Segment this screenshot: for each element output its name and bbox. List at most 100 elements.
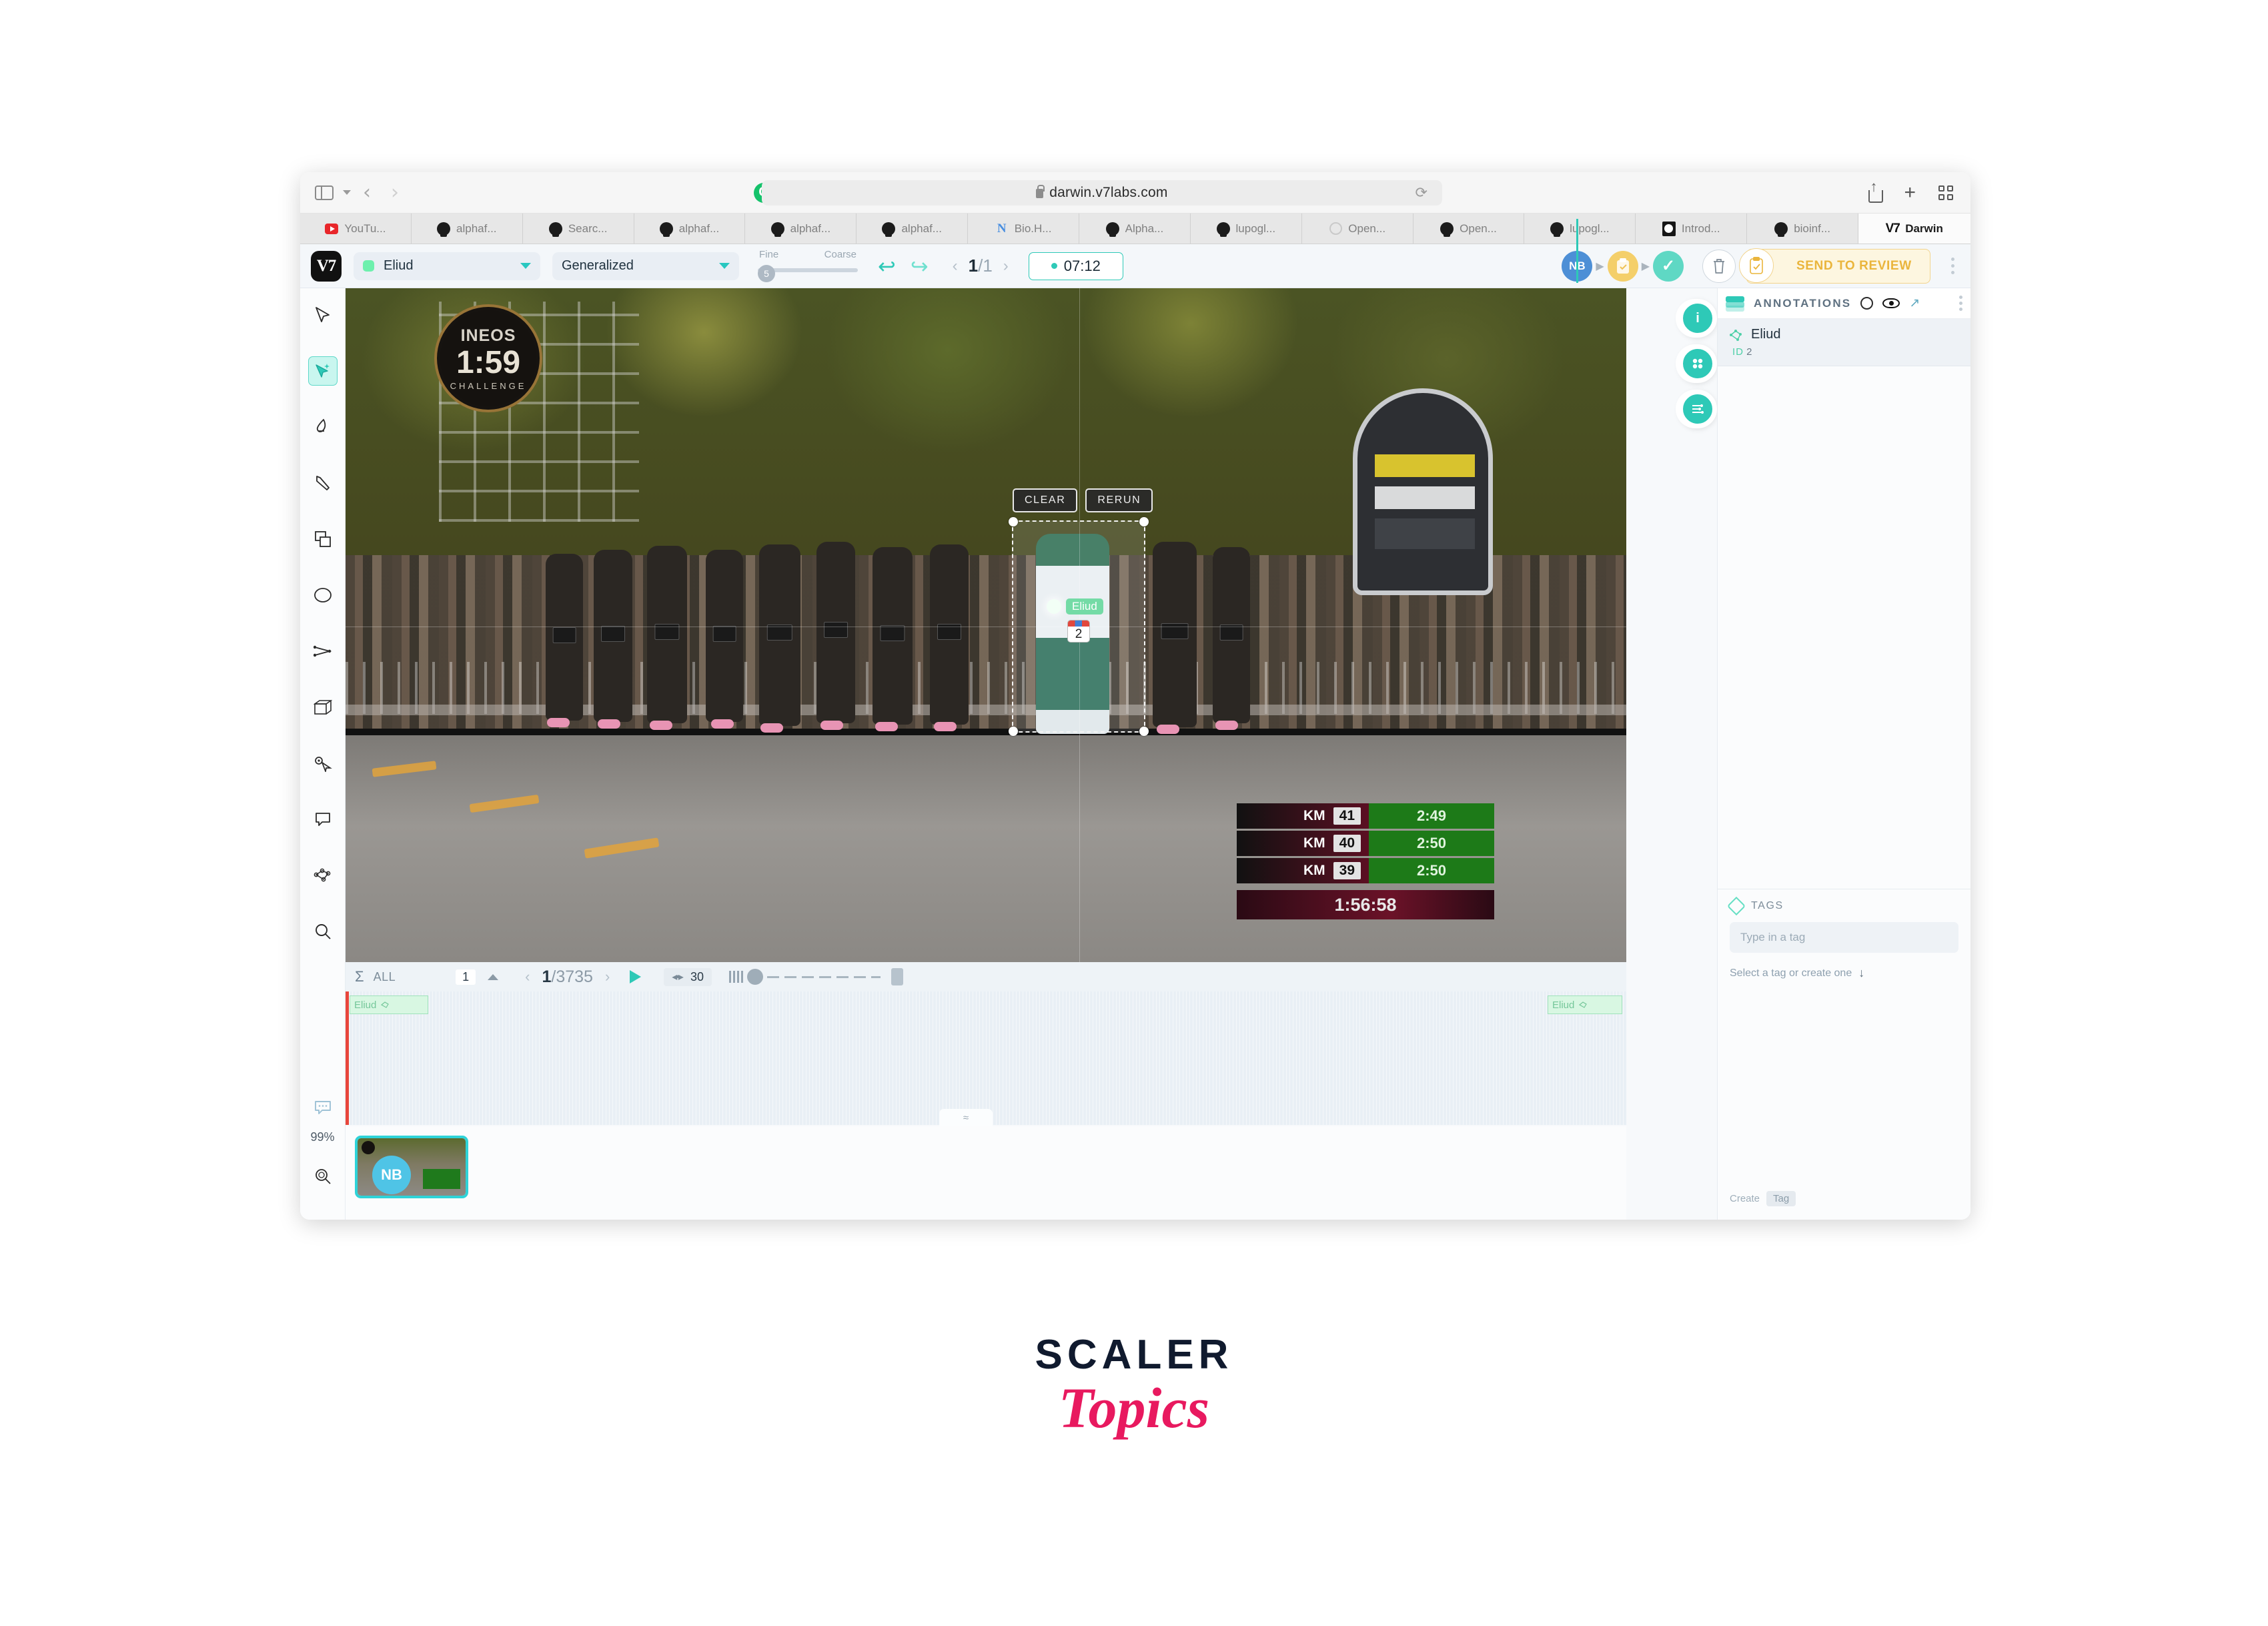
- auto-annotate-actions: CLEAR RERUN: [1013, 488, 1153, 512]
- delete-button[interactable]: [1702, 249, 1736, 283]
- timeline-prev-frame[interactable]: ‹: [525, 968, 530, 985]
- browser-tab[interactable]: Alpha...: [1079, 214, 1191, 244]
- toolbar-more-menu[interactable]: [1951, 258, 1954, 274]
- type-select[interactable]: Generalized: [552, 252, 739, 280]
- redo-button[interactable]: ↪: [911, 256, 929, 277]
- timeline-all-label[interactable]: ALL: [374, 970, 396, 984]
- url-text: darwin.v7labs.com: [1049, 184, 1168, 200]
- clusters-fab[interactable]: [1678, 344, 1717, 383]
- browser-tab[interactable]: alphaf...: [411, 214, 523, 244]
- annotation-label-chip[interactable]: Eliud: [1047, 598, 1103, 615]
- time-chip[interactable]: 07:12: [1028, 252, 1123, 280]
- fps-control[interactable]: ◂•▸ 30: [664, 967, 712, 986]
- browser-tab[interactable]: N Bio.H...: [968, 214, 1080, 244]
- v7-logo[interactable]: V7: [311, 250, 342, 282]
- share-icon[interactable]: [1868, 178, 1884, 203]
- magnifier-tool[interactable]: [308, 917, 338, 946]
- brush-tool[interactable]: [308, 412, 338, 442]
- reset-zoom-icon[interactable]: [308, 1162, 338, 1191]
- stage-review[interactable]: [1607, 250, 1638, 282]
- tag-hint-text: Select a tag or create one: [1730, 967, 1852, 979]
- settings-fab[interactable]: [1678, 390, 1717, 428]
- class-select[interactable]: Eliud: [354, 252, 540, 280]
- expand-icon[interactable]: ↗: [1909, 296, 1920, 311]
- timeline-next-frame[interactable]: ›: [605, 968, 610, 985]
- panel-more-menu[interactable]: [1959, 296, 1962, 311]
- filmstrip[interactable]: NB: [346, 1126, 1626, 1220]
- github-icon: [770, 222, 784, 237]
- circle-icon[interactable]: [1860, 297, 1874, 310]
- tag-input[interactable]: Type in a tag: [1730, 922, 1958, 953]
- timeline-layer-count[interactable]: 1: [456, 969, 476, 985]
- eye-icon[interactable]: [1882, 298, 1900, 308]
- prev-frame-button[interactable]: ‹: [953, 257, 958, 276]
- resize-handle-bottom-right[interactable]: [1139, 727, 1149, 736]
- timeline-segment[interactable]: Eliud: [350, 995, 428, 1014]
- keypoint-tool[interactable]: [308, 749, 338, 778]
- annotation-comment-icon[interactable]: [308, 1093, 338, 1122]
- chevron-up-icon[interactable]: [488, 973, 499, 980]
- browser-tab[interactable]: Open...: [1301, 214, 1413, 244]
- browser-tab[interactable]: V7 Darwin: [1858, 214, 1970, 244]
- browser-tab[interactable]: YouTu...: [300, 214, 412, 244]
- timeline-zoom-slider[interactable]: [729, 969, 881, 985]
- info-fab[interactable]: i: [1678, 299, 1717, 338]
- timeline-playhead[interactable]: [346, 991, 349, 1125]
- send-to-review-button[interactable]: SEND TO REVIEW: [1739, 248, 1930, 284]
- clear-button[interactable]: CLEAR: [1013, 488, 1078, 512]
- browser-tab[interactable]: Open...: [1413, 214, 1525, 244]
- chevron-down-icon[interactable]: [343, 190, 351, 195]
- resize-handle-top-right[interactable]: [1139, 517, 1149, 526]
- tab-overview-icon[interactable]: [1938, 185, 1953, 200]
- fine-coarse-slider[interactable]: Fine Coarse 5: [758, 249, 858, 284]
- undo-button[interactable]: ↩: [878, 256, 896, 277]
- annotation-list-item[interactable]: Eliud ID 2: [1718, 319, 1970, 366]
- sum-icon[interactable]: Σ: [355, 968, 364, 985]
- forward-button[interactable]: ›: [383, 182, 407, 203]
- new-tab-icon[interactable]: +: [1904, 182, 1916, 203]
- thumbnail-assignee-avatar: NB: [372, 1156, 411, 1194]
- sidebar-toggle-icon[interactable]: [315, 185, 334, 200]
- browser-tab[interactable]: alphaf...: [745, 214, 857, 244]
- bounding-box-tool[interactable]: [308, 524, 338, 554]
- ellipse-tool[interactable]: [308, 580, 338, 610]
- slider-knob[interactable]: 5: [758, 264, 775, 282]
- browser-tab[interactable]: Introd...: [1636, 214, 1748, 244]
- auto-annotate-tool[interactable]: [308, 356, 338, 386]
- browser-window: ‹ › G darwin.v7labs.com ⟳ + YouTu... alph…: [300, 172, 1970, 1220]
- scoreboard-split: 2:49: [1369, 803, 1494, 829]
- polyline-tool[interactable]: [308, 637, 338, 666]
- topics-wordmark: Topics: [1058, 1376, 1210, 1440]
- timeline-zoom-knob[interactable]: [747, 969, 763, 985]
- chrome-actions: +: [1868, 178, 1953, 203]
- timeline-frame-total: 3735: [556, 967, 593, 986]
- timeline-end-block[interactable]: [891, 968, 903, 985]
- play-button[interactable]: [630, 970, 642, 983]
- timeline-collapse-handle[interactable]: ≈: [939, 1109, 993, 1126]
- stage-complete[interactable]: ✓: [1653, 250, 1684, 282]
- address-bar[interactable]: darwin.v7labs.com ⟳: [761, 179, 1442, 206]
- next-frame-button[interactable]: ›: [1003, 257, 1009, 276]
- skeleton-tool[interactable]: [308, 861, 338, 890]
- browser-tab[interactable]: alphaf...: [857, 214, 969, 244]
- reload-icon[interactable]: ⟳: [1415, 184, 1427, 201]
- browser-tab[interactable]: lupogl...: [1190, 214, 1302, 244]
- filmstrip-thumbnail[interactable]: NB: [355, 1136, 468, 1198]
- browser-tab[interactable]: bioinf...: [1747, 214, 1859, 244]
- browser-tab[interactable]: alphaf...: [634, 214, 746, 244]
- timeline-zoom-track[interactable]: [767, 975, 881, 978]
- browser-tab[interactable]: Searc...: [522, 214, 634, 244]
- back-button[interactable]: ‹: [355, 182, 379, 203]
- comment-tool[interactable]: [308, 805, 338, 834]
- pen-tool[interactable]: [308, 468, 338, 498]
- select-tool[interactable]: [308, 300, 338, 330]
- timeline-tracks[interactable]: Eliud Eliud ≈: [346, 991, 1626, 1126]
- cuboid-tool[interactable]: [308, 693, 338, 722]
- timeline-segment[interactable]: Eliud: [1548, 995, 1622, 1014]
- canvas-area[interactable]: INEOS 1:59 CHALLENGE KM 41 2:49 KM 40 2:…: [346, 288, 1626, 962]
- browser-tab[interactable]: lupogl...: [1524, 214, 1636, 244]
- rerun-button[interactable]: RERUN: [1085, 488, 1153, 512]
- runner: [930, 544, 969, 731]
- resize-handle-top-left[interactable]: [1009, 517, 1018, 526]
- resize-handle-bottom-left[interactable]: [1009, 727, 1018, 736]
